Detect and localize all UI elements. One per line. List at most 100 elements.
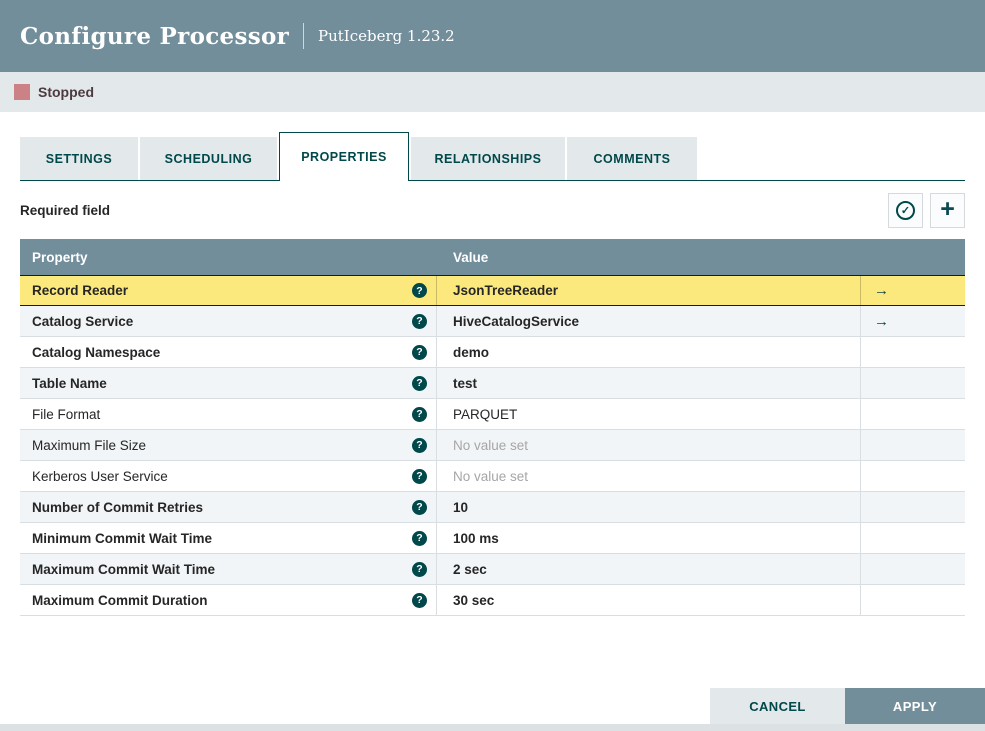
property-value: No value set: [453, 468, 529, 484]
dialog-body: SETTINGS SCHEDULING PROPERTIES RELATIONSHIP…: [0, 132, 985, 616]
property-name: Record Reader: [32, 283, 129, 298]
property-name: Table Name: [32, 375, 107, 391]
value-column-header: Value: [453, 249, 489, 265]
link-cell: [861, 585, 965, 615]
property-value-cell[interactable]: demo: [437, 337, 861, 367]
property-value-cell[interactable]: PARQUET: [437, 399, 861, 429]
canvas-edge-strip: [0, 724, 985, 731]
property-value-cell[interactable]: No value set: [437, 461, 861, 491]
question-icon[interactable]: ?: [412, 561, 427, 577]
property-value: JsonTreeReader: [453, 283, 559, 298]
tab-settings[interactable]: SETTINGS: [20, 137, 138, 180]
property-name-cell: Maximum Commit Wait Time?: [20, 554, 437, 584]
question-icon[interactable]: ?: [412, 530, 427, 546]
tab-bar: SETTINGS SCHEDULING PROPERTIES RELATIONSHIP…: [20, 132, 965, 181]
check-circle-icon: ✓: [896, 200, 915, 220]
property-value: 10: [453, 499, 469, 515]
add-property-button[interactable]: +: [930, 192, 965, 228]
question-icon[interactable]: ?: [412, 406, 427, 422]
table-row[interactable]: Maximum Commit Wait Time? 2 sec: [20, 554, 965, 585]
property-table: Property Value Record Reader? JsonTreeRea…: [20, 239, 965, 616]
link-cell: [861, 461, 965, 491]
table-row[interactable]: Kerberos User Service? No value set: [20, 461, 965, 492]
property-value-cell[interactable]: 100 ms: [437, 523, 861, 553]
link-cell: [861, 337, 965, 367]
tab-properties[interactable]: PROPERTIES: [279, 132, 409, 181]
tab-relationships[interactable]: RELATIONSHIPS: [411, 137, 565, 180]
property-name-cell: Number of Commit Retries?: [20, 492, 437, 522]
property-value: demo: [453, 344, 490, 360]
property-name: Catalog Service: [32, 313, 134, 329]
property-value: 2 sec: [453, 561, 487, 577]
table-row[interactable]: File Format? PARQUET: [20, 399, 965, 430]
goto-service-arrow-icon[interactable]: →: [874, 314, 889, 329]
property-value-cell[interactable]: JsonTreeReader: [437, 276, 861, 305]
property-value-cell[interactable]: 30 sec: [437, 585, 861, 615]
property-value-cell[interactable]: HiveCatalogService: [437, 306, 861, 336]
table-row[interactable]: Catalog Namespace? demo: [20, 337, 965, 368]
apply-button[interactable]: APPLY: [845, 688, 985, 724]
property-value-cell[interactable]: 10: [437, 492, 861, 522]
property-value: test: [453, 375, 478, 391]
properties-toolbar: Required field ✓ +: [20, 181, 965, 239]
link-cell: [861, 492, 965, 522]
toolbar-buttons: ✓ +: [888, 192, 965, 228]
property-value-cell[interactable]: test: [437, 368, 861, 398]
property-name-cell: Minimum Commit Wait Time?: [20, 523, 437, 553]
question-icon[interactable]: ?: [412, 499, 427, 515]
property-name: Maximum Commit Wait Time: [32, 561, 216, 577]
link-cell: →: [861, 306, 965, 336]
property-name-cell: Catalog Namespace?: [20, 337, 437, 367]
property-value: 30 sec: [453, 592, 495, 608]
link-cell: [861, 399, 965, 429]
link-cell: [861, 523, 965, 553]
property-name: File Format: [32, 406, 101, 422]
property-value: HiveCatalogService: [453, 313, 580, 329]
property-name-cell: Table Name?: [20, 368, 437, 398]
property-name: Number of Commit Retries: [32, 499, 204, 515]
status-bar: Stopped: [0, 72, 985, 112]
tab-comments[interactable]: COMMENTS: [567, 137, 697, 180]
property-name: Maximum File Size: [32, 437, 147, 453]
stopped-status-icon: [14, 84, 30, 100]
property-table-body: Record Reader? JsonTreeReader → Catalog Ser…: [20, 275, 965, 616]
footer-buttons: CANCEL APPLY: [710, 688, 985, 724]
question-icon[interactable]: ?: [412, 375, 427, 391]
processor-type-version: PutIceberg 1.23.2: [318, 27, 455, 45]
property-value: 100 ms: [453, 530, 499, 546]
table-row[interactable]: Maximum Commit Duration? 30 sec: [20, 585, 965, 616]
table-row[interactable]: Maximum File Size? No value set: [20, 430, 965, 461]
table-row[interactable]: Table Name? test: [20, 368, 965, 399]
property-table-header: Property Value: [20, 239, 965, 275]
property-name-cell: Kerberos User Service?: [20, 461, 437, 491]
question-icon[interactable]: ?: [412, 344, 427, 360]
table-row[interactable]: Catalog Service? HiveCatalogService →: [20, 306, 965, 337]
dialog-header: Configure Processor PutIceberg 1.23.2: [0, 0, 985, 72]
required-field-hint: Required field: [20, 202, 111, 218]
question-icon[interactable]: ?: [412, 283, 427, 298]
property-value-cell[interactable]: No value set: [437, 430, 861, 460]
property-name-cell: Maximum Commit Duration?: [20, 585, 437, 615]
question-icon[interactable]: ?: [412, 592, 427, 608]
question-icon[interactable]: ?: [412, 313, 427, 329]
property-value-cell[interactable]: 2 sec: [437, 554, 861, 584]
question-icon[interactable]: ?: [412, 468, 427, 484]
table-row[interactable]: Number of Commit Retries? 10: [20, 492, 965, 523]
goto-service-arrow-icon[interactable]: →: [874, 283, 889, 298]
link-cell: [861, 554, 965, 584]
tab-scheduling[interactable]: SCHEDULING: [140, 137, 277, 180]
page-title: Configure Processor: [20, 22, 290, 50]
cancel-button[interactable]: CANCEL: [710, 688, 845, 724]
property-name: Minimum Commit Wait Time: [32, 530, 213, 546]
verify-properties-button[interactable]: ✓: [888, 192, 923, 228]
table-row[interactable]: Record Reader? JsonTreeReader →: [20, 275, 965, 306]
link-cell: [861, 368, 965, 398]
property-name: Kerberos User Service: [32, 468, 168, 484]
property-name: Catalog Namespace: [32, 344, 161, 360]
plus-icon: +: [940, 194, 955, 223]
property-value: No value set: [453, 437, 529, 453]
table-row[interactable]: Minimum Commit Wait Time? 100 ms: [20, 523, 965, 554]
question-icon[interactable]: ?: [412, 437, 427, 453]
property-column-header: Property: [32, 249, 88, 265]
property-name-cell: Maximum File Size?: [20, 430, 437, 460]
